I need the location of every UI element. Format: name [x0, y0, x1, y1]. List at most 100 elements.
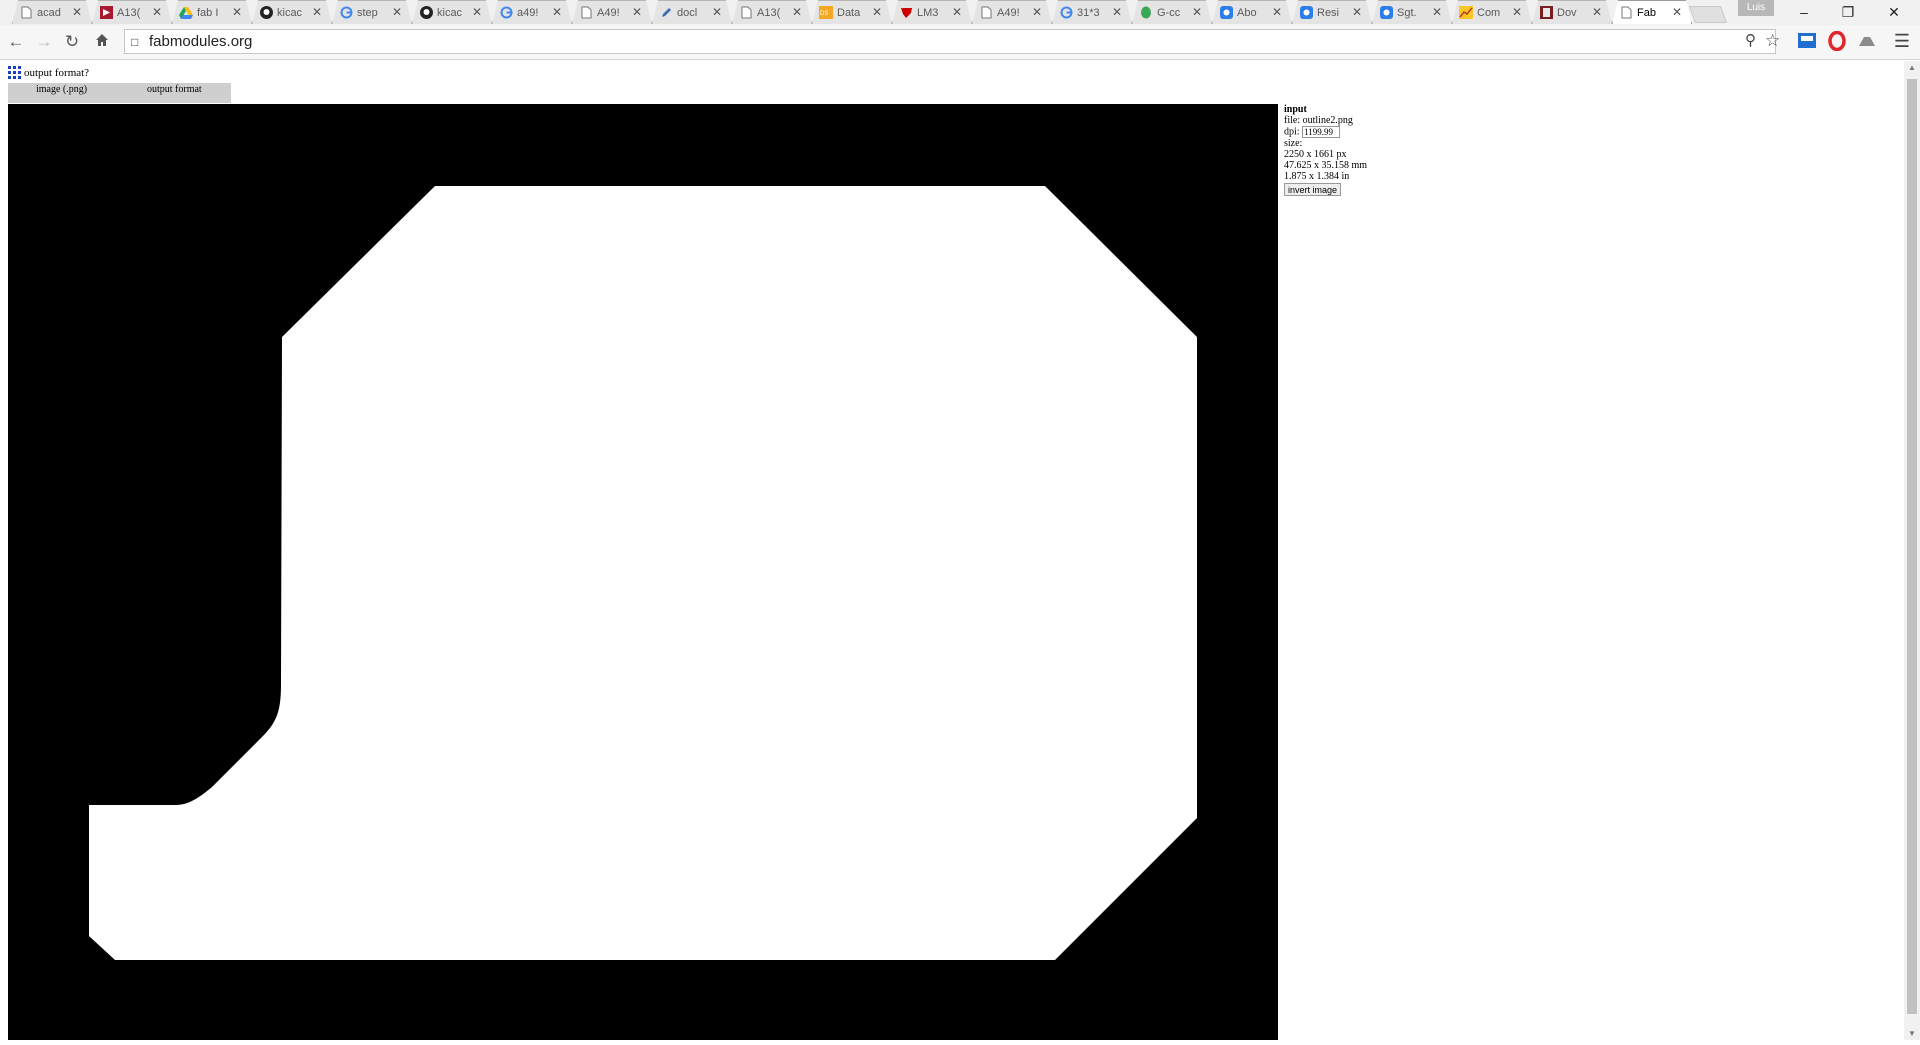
- back-icon[interactable]: ←: [6, 32, 26, 52]
- file-name: file: outline2.png: [1284, 115, 1353, 126]
- profile-button[interactable]: Luis: [1738, 0, 1774, 16]
- format-tabs: image (.png) output format: [8, 83, 231, 103]
- browser-tab[interactable]: 31*3 ✕: [1052, 0, 1132, 24]
- browser-tab[interactable]: Com ✕: [1452, 0, 1532, 24]
- browser-tab[interactable]: docl ✕: [652, 0, 732, 24]
- reload-icon[interactable]: ↻: [62, 32, 82, 52]
- size-label: size:: [1284, 138, 1303, 149]
- forward-icon[interactable]: →: [34, 32, 54, 52]
- dpi-row: dpi:: [1284, 126, 1367, 138]
- tab-close-icon[interactable]: ✕: [1272, 6, 1282, 18]
- browser-tab[interactable]: kicac ✕: [252, 0, 332, 24]
- browser-tab[interactable]: kicac ✕: [412, 0, 492, 24]
- tab-close-icon[interactable]: ✕: [1432, 6, 1442, 18]
- address-bar[interactable]: □ fabmodules.org ⚲ ☆: [124, 29, 1780, 54]
- extension-screen-icon[interactable]: [1797, 31, 1817, 51]
- opera-icon[interactable]: [1827, 30, 1847, 52]
- tab-title: Com: [1477, 6, 1501, 19]
- blue-square-icon: [1299, 6, 1313, 20]
- minimize-icon[interactable]: –: [1794, 2, 1814, 22]
- tab-title: Sgt.: [1397, 6, 1417, 19]
- tab-list: acad ✕ A13(✕ fab I ✕ kicac ✕ step ✕ kicac ✕ a49! ✕ A4…: [12, 0, 1692, 25]
- invert-image-button[interactable]: invert image: [1284, 183, 1342, 196]
- browser-tab[interactable]: Resi ✕: [1292, 0, 1372, 24]
- zoom-icon[interactable]: ⚲: [1745, 31, 1756, 49]
- drive-extension-icon[interactable]: [1857, 31, 1877, 51]
- browser-tab[interactable]: fab I ✕: [172, 0, 252, 24]
- browser-tab[interactable]: G-cc ✕: [1132, 0, 1212, 24]
- tab-close-icon[interactable]: ✕: [552, 6, 562, 18]
- browser-tab[interactable]: A49! ✕: [572, 0, 652, 24]
- browser-tab[interactable]: step ✕: [332, 0, 412, 24]
- browser-tab[interactable]: Dov ✕: [1532, 0, 1612, 24]
- tab-close-icon[interactable]: ✕: [472, 6, 482, 18]
- tab-close-icon[interactable]: ✕: [1592, 6, 1602, 18]
- dpi-label: dpi:: [1284, 126, 1300, 138]
- tab-title: step: [357, 6, 378, 19]
- tab-output-format[interactable]: output format: [147, 84, 202, 95]
- page-title: output format?: [8, 66, 89, 79]
- tab-title: fab I: [197, 6, 219, 19]
- google-icon: [499, 6, 513, 20]
- scroll-up-icon[interactable]: ▲: [1908, 63, 1916, 72]
- tab-close-icon[interactable]: ✕: [1512, 6, 1522, 18]
- input-info-panel: input file: outline2.png dpi: size: 2250…: [1284, 104, 1367, 196]
- tab-close-icon[interactable]: ✕: [872, 6, 882, 18]
- page-icon: □: [131, 35, 139, 49]
- tab-close-icon[interactable]: ✕: [1192, 6, 1202, 18]
- bookmark-star-icon[interactable]: ☆: [1765, 31, 1780, 51]
- tab-close-icon[interactable]: ✕: [232, 6, 242, 18]
- tab-close-icon[interactable]: ✕: [1032, 6, 1042, 18]
- browser-tab[interactable]: Abo ✕: [1212, 0, 1292, 24]
- image-canvas[interactable]: [8, 104, 1278, 1040]
- tab-title: Fab: [1637, 6, 1656, 19]
- blue-square-icon: [1219, 6, 1233, 20]
- tab-strip: acad ✕ A13(✕ fab I ✕ kicac ✕ step ✕ kicac ✕ a49! ✕ A4…: [0, 0, 1920, 25]
- tab-title: LM3: [917, 6, 939, 19]
- new-tab-button[interactable]: [1688, 6, 1728, 23]
- scroll-thumb[interactable]: [1907, 79, 1917, 1014]
- datasheet-icon: DS: [819, 6, 833, 20]
- page-icon: [579, 6, 593, 20]
- tab-close-icon[interactable]: ✕: [1352, 6, 1362, 18]
- tab-title: Abo: [1237, 6, 1257, 19]
- chart-icon: [1459, 6, 1473, 20]
- tab-title: A13(: [757, 6, 781, 19]
- browser-tab[interactable]: A13( ✕: [732, 0, 812, 24]
- close-window-icon[interactable]: ✕: [1884, 2, 1904, 22]
- url-text[interactable]: fabmodules.org: [149, 33, 252, 50]
- ti-icon: [899, 6, 913, 20]
- pen-icon: [659, 6, 673, 20]
- tab-title: acad: [37, 6, 61, 19]
- scroll-down-icon[interactable]: ▼: [1908, 1029, 1916, 1038]
- browser-tab[interactable]: LM3 ✕: [892, 0, 972, 24]
- browser-tab[interactable]: a49! ✕: [492, 0, 572, 24]
- info-heading: input: [1284, 104, 1307, 115]
- home-icon[interactable]: [92, 32, 112, 52]
- tab-close-icon[interactable]: ✕: [632, 6, 642, 18]
- tab-close-icon[interactable]: ✕: [1672, 6, 1682, 18]
- browser-tab[interactable]: Fab ✕: [1612, 0, 1692, 24]
- browser-tab[interactable]: Sgt. ✕: [1372, 0, 1452, 24]
- browser-tab[interactable]: acad ✕: [12, 0, 92, 24]
- browser-tab[interactable]: A13(✕: [92, 0, 172, 24]
- tab-title: kicac: [437, 6, 463, 19]
- tab-close-icon[interactable]: ✕: [312, 6, 322, 18]
- tab-image-png[interactable]: image (.png): [36, 84, 87, 95]
- tab-close-icon[interactable]: ✕: [792, 6, 802, 18]
- tab-close-icon[interactable]: ✕: [952, 6, 962, 18]
- browser-tab[interactable]: DS Data ✕: [812, 0, 892, 24]
- browser-tab[interactable]: A49! ✕: [972, 0, 1052, 24]
- tab-close-icon[interactable]: ✕: [712, 6, 722, 18]
- tab-close-icon[interactable]: ✕: [152, 6, 162, 18]
- page-scrollbar[interactable]: ▲ ▼: [1904, 61, 1920, 1040]
- tab-close-icon[interactable]: ✕: [392, 6, 402, 18]
- app-grid-icon[interactable]: [8, 66, 21, 79]
- dpi-input[interactable]: [1302, 126, 1341, 138]
- svg-text:DS: DS: [820, 11, 828, 17]
- page-title-text[interactable]: output format?: [24, 67, 89, 79]
- tab-close-icon[interactable]: ✕: [1112, 6, 1122, 18]
- restore-icon[interactable]: ❐: [1838, 2, 1858, 22]
- tab-close-icon[interactable]: ✕: [72, 6, 82, 18]
- menu-icon[interactable]: ☰: [1892, 31, 1912, 51]
